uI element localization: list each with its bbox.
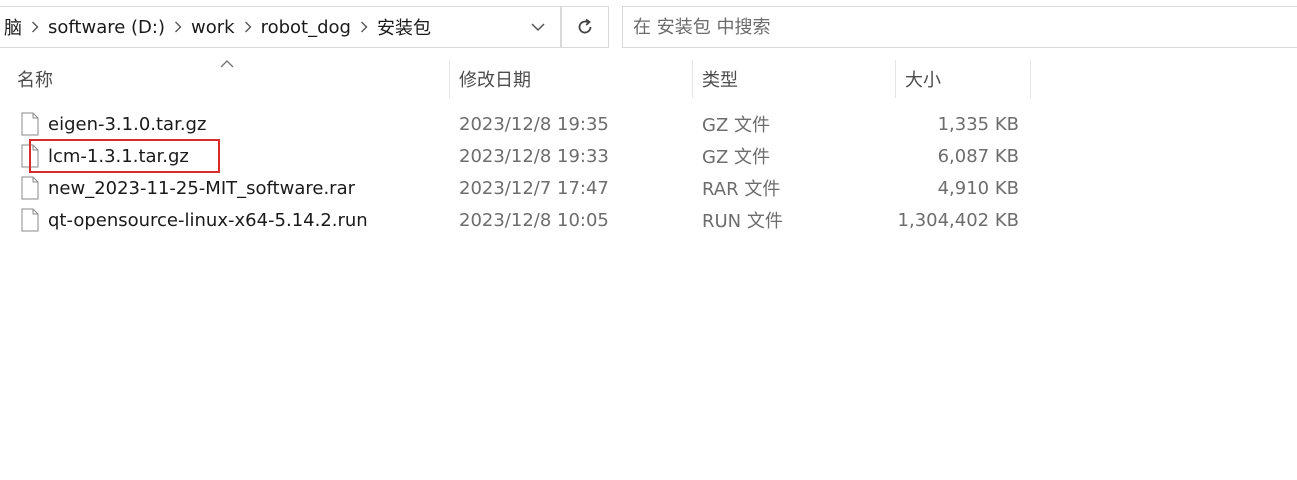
column-header-size[interactable]: 大小 <box>897 60 1030 98</box>
search-input[interactable] <box>623 7 1297 47</box>
column-header-type[interactable]: 类型 <box>694 60 894 98</box>
file-row[interactable]: qt-opensource-linux-x64-5.14.2.run 2023/… <box>0 204 1297 236</box>
file-size: 1,335 KB <box>937 113 1019 135</box>
file-row[interactable]: lcm-1.3.1.tar.gz 2023/12/8 19:33 GZ 文件 6… <box>0 140 1297 172</box>
breadcrumb-item-current-folder[interactable]: 安装包 <box>371 7 437 47</box>
file-type: GZ 文件 <box>702 115 771 136</box>
column-header-date[interactable]: 修改日期 <box>451 60 691 98</box>
file-icon <box>21 112 39 136</box>
refresh-button[interactable] <box>561 6 609 48</box>
chevron-right-icon[interactable] <box>357 7 371 47</box>
address-bar[interactable]: 脑 software (D:) work robot_dog 安装包 <box>0 6 561 48</box>
file-icon <box>21 208 39 232</box>
file-date: 2023/12/7 17:47 <box>459 177 609 199</box>
file-row[interactable]: new_2023-11-25-MIT_software.rar 2023/12/… <box>0 172 1297 204</box>
file-icon <box>21 144 39 168</box>
column-divider[interactable] <box>895 60 896 98</box>
file-list: eigen-3.1.0.tar.gz 2023/12/8 19:35 GZ 文件… <box>0 108 1297 236</box>
chevron-right-icon[interactable] <box>241 7 255 47</box>
search-box[interactable] <box>622 6 1297 48</box>
column-divider[interactable] <box>449 60 450 98</box>
chevron-right-icon[interactable] <box>28 7 42 47</box>
column-header-name[interactable]: 名称 <box>9 60 449 98</box>
chevron-right-icon[interactable] <box>171 7 185 47</box>
file-date: 2023/12/8 19:33 <box>459 145 609 167</box>
file-type: RAR 文件 <box>702 179 781 200</box>
file-date: 2023/12/8 19:35 <box>459 113 609 135</box>
file-date: 2023/12/8 10:05 <box>459 209 609 231</box>
column-header-row: 名称 修改日期 类型 大小 <box>0 60 1297 98</box>
file-name: eigen-3.1.0.tar.gz <box>48 113 207 135</box>
column-divider[interactable] <box>692 60 693 98</box>
file-name: new_2023-11-25-MIT_software.rar <box>48 177 355 199</box>
file-type: RUN 文件 <box>702 211 783 232</box>
breadcrumb-item-this-pc[interactable]: 脑 <box>0 7 28 47</box>
file-size: 4,910 KB <box>937 177 1019 199</box>
breadcrumb-item-work[interactable]: work <box>185 7 241 47</box>
breadcrumb-item-robot-dog[interactable]: robot_dog <box>255 7 357 47</box>
file-size: 1,304,402 KB <box>897 209 1019 231</box>
toolbar: 脑 software (D:) work robot_dog 安装包 <box>0 0 1297 56</box>
file-icon <box>21 176 39 200</box>
file-name: lcm-1.3.1.tar.gz <box>48 145 189 167</box>
file-type: GZ 文件 <box>702 147 771 168</box>
column-divider[interactable] <box>1030 60 1031 98</box>
file-row[interactable]: eigen-3.1.0.tar.gz 2023/12/8 19:35 GZ 文件… <box>0 108 1297 140</box>
file-name: qt-opensource-linux-x64-5.14.2.run <box>48 209 368 231</box>
file-size: 6,087 KB <box>937 145 1019 167</box>
chevron-down-icon[interactable] <box>516 7 560 47</box>
breadcrumb-item-software-drive[interactable]: software (D:) <box>42 7 171 47</box>
refresh-icon <box>578 18 592 34</box>
